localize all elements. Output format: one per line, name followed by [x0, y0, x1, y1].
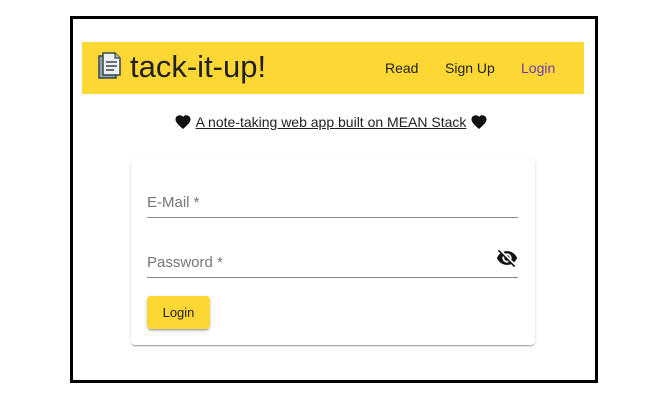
- login-card: Login: [131, 159, 535, 345]
- toolbar: tack-it-up! Read Sign Up Login: [82, 42, 584, 94]
- password-field-container: [147, 247, 518, 278]
- login-button[interactable]: Login: [147, 296, 210, 329]
- document-icon: [98, 52, 121, 79]
- password-field[interactable]: [147, 251, 487, 273]
- tagline-link[interactable]: A note-taking web app built on MEAN Stac…: [196, 114, 467, 130]
- nav-login[interactable]: Login: [521, 58, 555, 78]
- brand-title[interactable]: tack-it-up!: [130, 48, 266, 86]
- heart-icon: [471, 115, 487, 130]
- nav-sign-up[interactable]: Sign Up: [445, 58, 495, 78]
- heart-icon: [175, 115, 191, 130]
- app-window: tack-it-up! Read Sign Up Login A note-ta…: [70, 16, 598, 383]
- email-field[interactable]: [147, 191, 487, 213]
- tagline: A note-taking web app built on MEAN Stac…: [73, 111, 589, 133]
- email-field-container: [147, 187, 518, 218]
- visibility-off-icon[interactable]: [496, 247, 518, 269]
- nav-read[interactable]: Read: [385, 58, 418, 78]
